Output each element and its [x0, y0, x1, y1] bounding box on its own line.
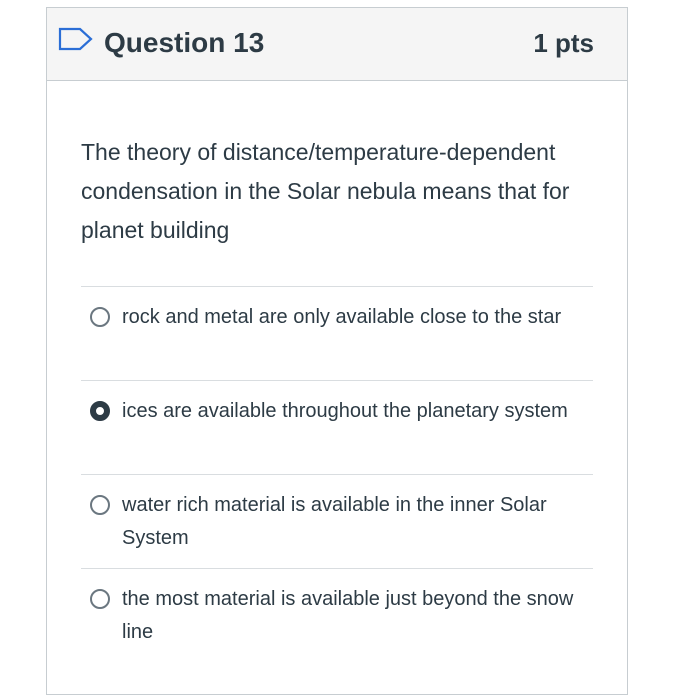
question-header: Question 13 1 pts — [47, 8, 627, 81]
question-points: 1 pts — [533, 28, 594, 58]
question-body: The theory of distance/temperature-depen… — [47, 81, 627, 663]
answer-option-3[interactable]: water rich material is available in the … — [81, 475, 593, 569]
answer-label[interactable]: rock and metal are only available close … — [122, 301, 581, 334]
answer-label[interactable]: the most material is available just beyo… — [122, 583, 581, 649]
question-title: Question 13 — [104, 27, 265, 58]
answer-label[interactable]: ices are available throughout the planet… — [122, 395, 581, 428]
flag-question-icon[interactable] — [58, 27, 94, 51]
answer-option-1[interactable]: rock and metal are only available close … — [81, 287, 593, 381]
answer-option-4[interactable]: the most material is available just beyo… — [81, 569, 593, 663]
answer-label[interactable]: water rich material is available in the … — [122, 489, 581, 555]
question-card: Question 13 1 pts The theory of distance… — [46, 7, 628, 695]
radio-button[interactable] — [90, 495, 110, 515]
radio-button[interactable] — [90, 307, 110, 327]
answer-option-2[interactable]: ices are available throughout the planet… — [81, 381, 593, 475]
question-text: The theory of distance/temperature-depen… — [81, 139, 570, 243]
answer-list: rock and metal are only available close … — [81, 286, 593, 663]
radio-button-selected[interactable] — [90, 401, 110, 421]
radio-button[interactable] — [90, 589, 110, 609]
